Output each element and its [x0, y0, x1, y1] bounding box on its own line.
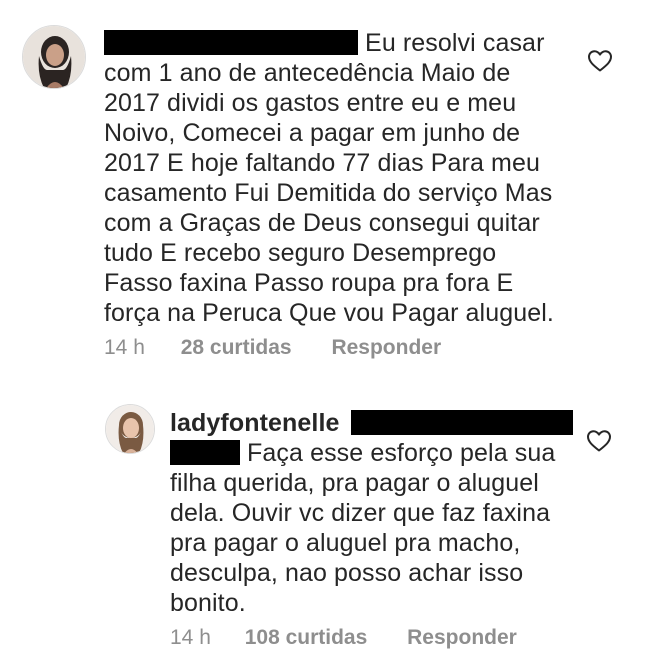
comment-2-header-line: ladyfontenelle	[170, 408, 590, 438]
comment-1-line-7: com a Graças de Deus consegui quitar	[104, 209, 540, 237]
comment-2-line-4: pra pagar o aluguel pra macho,	[170, 529, 521, 557]
comment-1: Eu resolvi casar com 1 ano de antecedênc…	[0, 0, 650, 370]
comment-2-timestamp: 14 h	[170, 626, 211, 649]
comment-1-line-10: força na Peruca Que vou Pagar aluguel.	[104, 299, 554, 327]
redacted-mention	[170, 440, 240, 465]
comment-2-reply-button[interactable]: Responder	[407, 626, 517, 650]
comment-2-line-6: bonito.	[170, 589, 246, 617]
redacted-username	[350, 410, 573, 435]
comment-1-meta: 14 h 28 curtidas Responder	[104, 336, 441, 360]
comment-1-line-1: Eu resolvi casar	[104, 28, 584, 58]
comment-1-reply-button[interactable]: Responder	[331, 336, 441, 360]
comment-1-line-2: com 1 ano de antecedência Maio de	[104, 59, 511, 87]
comment-1-line-9: Fasso faxina Passo roupa pra fora E	[104, 269, 514, 297]
comment-2-line-5: desculpa, nao posso achar isso	[170, 559, 524, 587]
comment-2-reply: ladyfontenelle Faça esse esforço pela su…	[0, 390, 650, 665]
comment-2-line-1: Faça esse esforço pela sua	[170, 438, 590, 468]
comment-1-text: Eu resolvi casar com 1 ano de antecedênc…	[104, 28, 584, 328]
comment-1-line-5: 2017 E hoje faltando 77 dias Para meu	[104, 149, 540, 177]
comment-2-meta: 14 h 108 curtidas Responder	[170, 626, 517, 650]
heart-outline-icon[interactable]	[587, 49, 613, 73]
redacted-username	[104, 30, 358, 55]
reply-username-link[interactable]: ladyfontenelle	[170, 409, 340, 437]
comment-2-text: ladyfontenelle Faça esse esforço pela su…	[170, 408, 590, 618]
comment-1-timestamp: 14 h	[104, 336, 145, 359]
comment-1-line-6: casamento Fui Demitida do serviço Mas	[104, 179, 553, 207]
reply-avatar[interactable]	[105, 404, 155, 454]
commenter-avatar[interactable]	[22, 25, 86, 89]
comment-1-line-3: 2017 dividi os gastos entre eu e meu	[104, 89, 517, 117]
comment-1-likes-link[interactable]: 28 curtidas	[181, 336, 292, 360]
comment-2-line-3: dela. Ouvir vc dizer que faz faxina	[170, 499, 551, 527]
comment-2-likes-link[interactable]: 108 curtidas	[245, 626, 368, 650]
comment-1-line-8: tudo E recebo seguro Desemprego	[104, 239, 497, 267]
comment-1-line-4: Noivo, Comecei a pagar em junho de	[104, 119, 521, 147]
heart-outline-icon[interactable]	[586, 429, 612, 453]
comment-2-line-2: filha querida, pra pagar o aluguel	[170, 469, 539, 497]
